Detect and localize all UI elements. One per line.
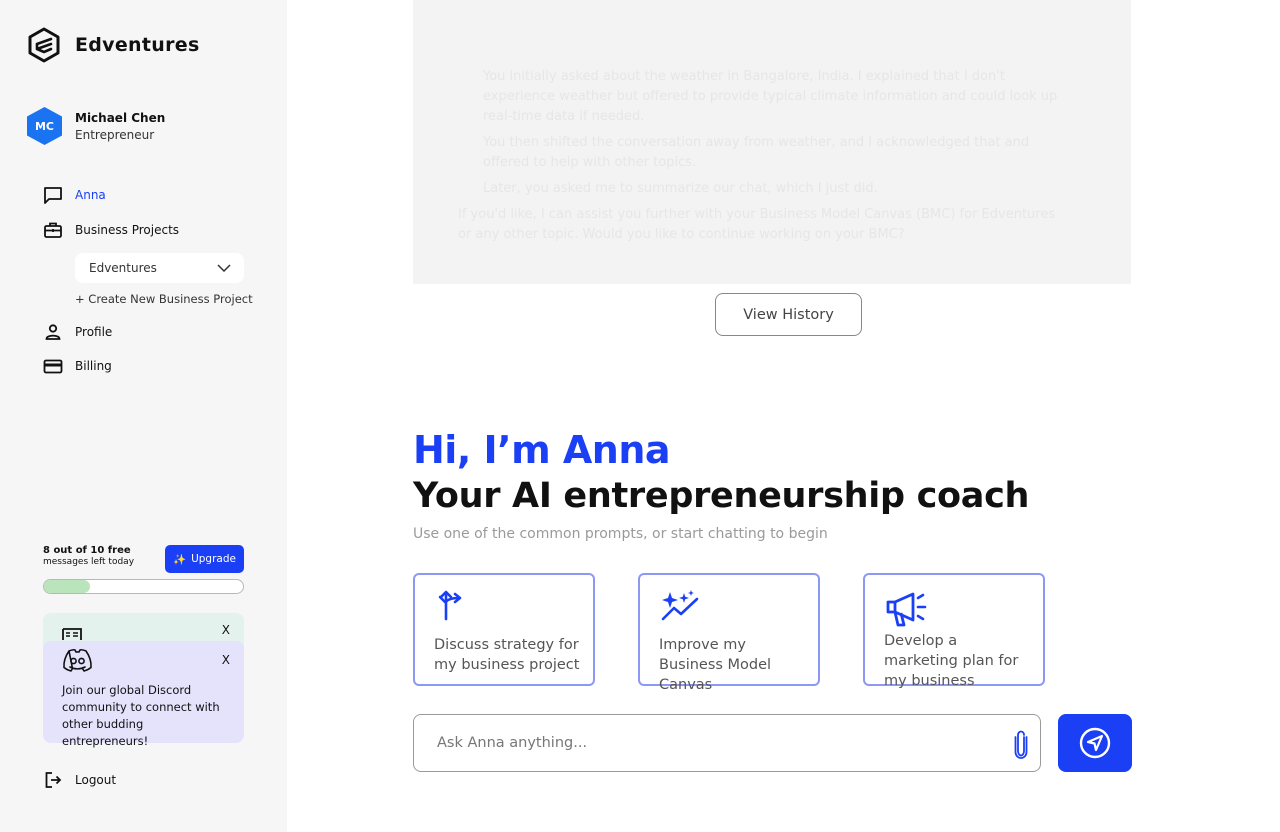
usage-widget: 8 out of 10 free messages left today ✨ U… — [43, 545, 244, 594]
prompt-card-marketing[interactable]: Develop a marketing plan for my business — [863, 573, 1045, 689]
history-followup: If you'd like, I can assist you further … — [458, 207, 1056, 242]
nav-item-business-projects[interactable]: Business Projects — [42, 219, 179, 241]
usage-progress-bar — [43, 579, 244, 594]
chat-history-preview: You initially asked about the weather in… — [413, 0, 1131, 284]
project-select-value: Edventures — [89, 261, 157, 275]
usage-progress-fill — [44, 580, 90, 593]
user-text: Michael Chen Entrepreneur — [75, 111, 165, 142]
history-bullet: You initially asked about the weather in… — [483, 69, 1058, 124]
prompt-card-bmc[interactable]: Improve my Business Model Canvas — [638, 573, 820, 693]
user-profile[interactable]: MC Michael Chen Entrepreneur — [26, 107, 165, 145]
chat-bubble-icon — [42, 184, 64, 206]
credit-card-icon — [42, 355, 64, 377]
app: Edventures MC Michael Chen Entrepreneur … — [0, 0, 1280, 832]
close-discord-card-button[interactable]: X — [222, 653, 230, 667]
chevron-down-icon — [217, 264, 231, 272]
strategy-arrow-icon — [438, 590, 462, 621]
avatar: MC — [26, 107, 63, 145]
prompt-label-bmc: Improve my Business Model Canvas — [659, 637, 772, 693]
megaphone-icon — [886, 592, 927, 627]
project-select[interactable]: Edventures — [75, 253, 244, 283]
sidebar: Edventures MC Michael Chen Entrepreneur … — [0, 0, 287, 832]
discord-card-text: Join our global Discord community to con… — [62, 683, 220, 748]
upgrade-button[interactable]: ✨ Upgrade — [165, 545, 244, 573]
nav-label-billing: Billing — [75, 359, 112, 373]
newspaper-icon — [62, 628, 82, 640]
paperclip-icon[interactable] — [1014, 729, 1028, 759]
history-summary-list: You initially asked about the weather in… — [483, 67, 1073, 205]
tagline-heading: Your AI entrepreneurship coach — [413, 476, 1030, 516]
brand[interactable]: Edventures — [26, 27, 200, 63]
prompt-label-marketing: Develop a marketing plan for my business — [884, 633, 1019, 689]
send-button[interactable] — [1058, 714, 1132, 772]
prompt-hint: Use one of the common prompts, or start … — [413, 526, 828, 542]
prompt-card-strategy[interactable]: Discuss strategy for my business project — [413, 573, 595, 686]
upgrade-label: Upgrade — [191, 553, 236, 565]
user-role: Entrepreneur — [75, 127, 155, 142]
nav-label-profile: Profile — [75, 325, 113, 339]
nav-label-anna: Anna — [75, 188, 106, 202]
history-bullet: You then shifted the conversation away f… — [483, 135, 1030, 170]
nav-item-billing[interactable]: Billing — [42, 355, 112, 377]
discord-icon — [63, 648, 92, 672]
sparkles-icon — [661, 590, 699, 621]
person-icon — [42, 321, 64, 343]
avatar-initials: MC — [34, 119, 55, 133]
chat-input[interactable] — [437, 715, 997, 771]
close-news-card-button[interactable]: X — [222, 623, 230, 637]
briefcase-icon — [42, 219, 64, 241]
logout-button[interactable]: Logout — [44, 771, 116, 789]
chat-input-box — [413, 714, 1041, 772]
nav-label-business-projects: Business Projects — [75, 223, 180, 237]
nav-item-anna[interactable]: Anna — [42, 184, 106, 206]
send-icon — [1079, 727, 1111, 759]
logout-icon — [45, 772, 62, 788]
nav-item-profile[interactable]: Profile — [42, 321, 112, 343]
prompt-label-strategy: Discuss strategy for my business project — [434, 637, 580, 673]
create-project-link[interactable]: + Create New Business Project — [75, 292, 253, 306]
logout-label: Logout — [75, 773, 117, 787]
brand-name: Edventures — [75, 34, 200, 56]
user-name: Michael Chen — [75, 110, 166, 125]
greeting-heading: Hi, I’m Anna — [413, 428, 671, 472]
history-bullet: Later, you asked me to summarize our cha… — [483, 181, 878, 196]
sparkle-icon: ✨ — [173, 553, 187, 566]
discord-card: X Join our global Discord community to c… — [43, 641, 244, 748]
edventures-logo-icon — [28, 27, 60, 63]
view-history-button[interactable]: View History — [715, 293, 862, 336]
